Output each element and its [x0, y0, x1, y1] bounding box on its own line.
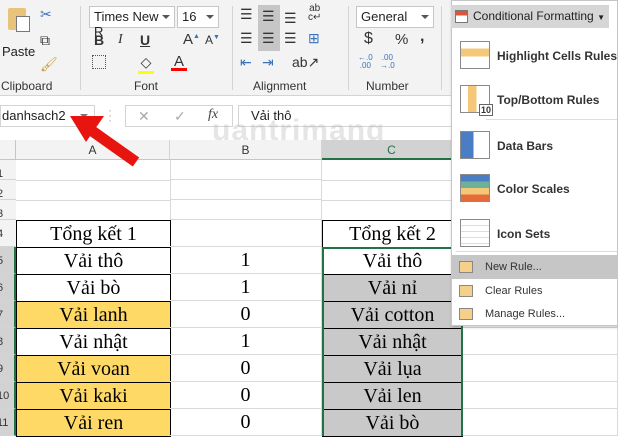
new-rule-icon — [459, 261, 473, 273]
clear-rules-icon — [459, 285, 473, 297]
menu-item-manage-rules[interactable]: Manage Rules... — [452, 302, 617, 326]
menu-item-label: Color Scales — [497, 182, 570, 196]
chevron-down-icon: ▼ — [597, 13, 605, 22]
menu-item-label: Icon Sets — [497, 227, 551, 241]
menu-item-icon-sets[interactable]: Icon Sets — [452, 219, 617, 253]
menu-item-new-rule[interactable]: New Rule... — [452, 255, 617, 279]
menu-item-label: New Rule... — [485, 261, 542, 273]
manage-rules-icon — [459, 308, 473, 320]
menu-item-label: Top/Bottom Rules — [497, 93, 600, 107]
highlight-cells-icon — [460, 41, 490, 69]
menu-item-label: Highlight Cells Rules — [497, 49, 618, 63]
menu-item-top-bottom-rules[interactable]: 10 Top/Bottom Rules — [452, 85, 617, 119]
menu-item-label: Data Bars — [497, 139, 554, 153]
top-bottom-badge: 10 — [478, 104, 493, 116]
conditional-formatting-label: Conditional Formatting — [473, 9, 594, 23]
icon-sets-icon — [460, 219, 490, 247]
menu-item-label: Clear Rules — [485, 285, 543, 297]
menu-item-highlight-cells-rules[interactable]: Highlight Cells Rules — [452, 41, 617, 75]
menu-item-label: Manage Rules... — [485, 308, 566, 320]
menu-item-data-bars[interactable]: Data Bars — [452, 131, 617, 165]
menu-item-clear-rules[interactable]: Clear Rules — [452, 279, 617, 303]
conditional-formatting-icon — [455, 10, 468, 23]
top-bottom-icon: 10 — [460, 85, 493, 116]
conditional-formatting-button[interactable]: Conditional Formatting ▼ — [451, 5, 609, 28]
conditional-formatting-menu: Highlight Cells Rules 10 Top/Bottom Rule… — [451, 0, 618, 326]
data-bars-icon — [460, 131, 490, 159]
color-scales-icon — [460, 174, 490, 202]
menu-item-color-scales[interactable]: Color Scales — [452, 174, 617, 208]
